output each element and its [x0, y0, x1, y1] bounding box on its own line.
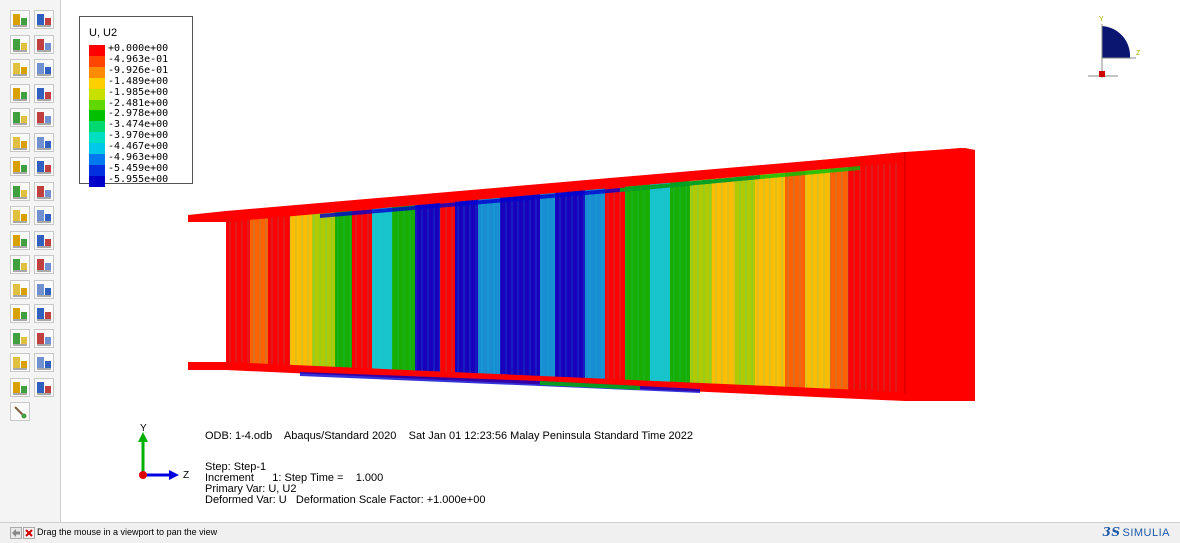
contour-band [712, 168, 735, 387]
simulia-logo: 3S SIMULIA [1102, 525, 1170, 539]
legend-label: -1.489e+00 [108, 75, 169, 87]
legend-label: -3.970e+00 [108, 130, 169, 142]
display-group-manager-icon[interactable] [34, 328, 54, 348]
plot-contours-icon[interactable] [10, 34, 30, 54]
legend-label: -3.474e+00 [108, 119, 169, 131]
module-toolbox [0, 0, 61, 522]
legend-swatch [89, 154, 105, 165]
status-prompt: Drag the mouse in a viewport to pan the … [37, 527, 218, 537]
legend-label: -5.459e+00 [108, 162, 169, 174]
create-display-group-icon[interactable] [10, 353, 30, 372]
plot-material-orientations-icon[interactable] [10, 83, 30, 103]
report-options-icon[interactable] [34, 279, 54, 299]
legend-swatch [89, 77, 105, 89]
contour-band [372, 201, 392, 371]
contour-band [250, 212, 268, 365]
legend-label: -4.467e+00 [108, 141, 169, 153]
stream-manager-icon[interactable] [34, 255, 54, 274]
plot-symbols-options-icon[interactable] [34, 59, 54, 78]
free-body-cut-icon[interactable] [10, 181, 30, 201]
animation-options-icon[interactable] [34, 132, 54, 152]
probe-values-icon[interactable] [10, 304, 30, 323]
legend-swatch [89, 55, 105, 67]
plot-symbols-icon[interactable] [10, 59, 30, 78]
legend-label: +0.000e+00 [108, 43, 169, 54]
mini-triad-origin [1099, 71, 1105, 77]
mini-triad-z-label: Z [1136, 50, 1141, 57]
superimpose-options-icon[interactable] [34, 108, 54, 127]
plot-contours-options-icon[interactable] [34, 34, 54, 54]
report-field-output-icon[interactable] [10, 279, 30, 299]
legend-swatch [89, 99, 105, 111]
deformed-var-info: Deformed Var: U Deformation Scale Factor… [205, 494, 486, 506]
cancel-x-icon[interactable] [23, 527, 35, 539]
xy-data-icon[interactable] [10, 206, 30, 225]
status-bar: Drag the mouse in a viewport to pan the … [0, 522, 1180, 543]
beam-model [188, 148, 975, 401]
create-xy-plot-icon[interactable] [34, 230, 54, 250]
view-cut-icon[interactable] [10, 157, 30, 176]
legend-swatch [89, 164, 105, 176]
stream-plot-icon[interactable] [10, 255, 30, 274]
animate-time-history-icon[interactable] [10, 132, 30, 152]
plot-deformed-icon[interactable] [34, 10, 54, 29]
query-information-icon[interactable] [10, 377, 30, 397]
mini-triad-y-label: Y [1099, 16, 1104, 23]
query-options-icon[interactable] [34, 377, 54, 397]
beam-end-face [905, 148, 975, 400]
legend-swatch [89, 132, 105, 144]
contour-band [848, 155, 870, 393]
contour-legend[interactable]: U, U2 +0.000e+00 -4.963e-01 -9.926e-01 -1.4… [79, 16, 193, 187]
contour-band [268, 210, 290, 366]
paint-brush-icon[interactable] [10, 402, 30, 421]
view-cut-manager-icon[interactable] [34, 157, 54, 176]
legend-swatch [89, 121, 105, 133]
contour-band [650, 174, 670, 384]
beam-contour-plot[interactable] [61, 0, 1180, 522]
back-arrow-icon[interactable] [10, 527, 22, 539]
legend-label: -2.481e+00 [108, 97, 169, 109]
odb-info-line: ODB: 1-4.odb Abaqus/Standard 2020 Sat Ja… [205, 430, 693, 442]
create-path-icon[interactable] [10, 230, 30, 250]
legend-swatch [89, 143, 105, 155]
ds-logo-icon: 3S [1102, 525, 1121, 539]
legend-label: -5.955e+00 [108, 173, 169, 185]
legend-label: -1.985e+00 [108, 86, 169, 98]
legend-label: -2.978e+00 [108, 108, 169, 120]
mini-orientation-triad: Y Z [1088, 16, 1141, 78]
contour-band [290, 208, 312, 367]
probe-options-icon[interactable] [34, 304, 54, 323]
legend-label: -4.963e+00 [108, 152, 169, 163]
xy-data-manager-icon[interactable] [34, 206, 54, 225]
plot-undeformed-icon[interactable] [10, 10, 30, 29]
legend-swatch [89, 45, 105, 56]
z-axis-head [169, 470, 179, 480]
legend-swatch [89, 110, 105, 122]
replace-display-group-icon[interactable] [34, 353, 54, 372]
legend-swatch [89, 66, 105, 78]
mini-triad-quadrant [1102, 26, 1131, 58]
contour-band [478, 190, 500, 376]
contour-band [440, 195, 455, 374]
legend-swatch [89, 88, 105, 100]
triad-z-label: Z [183, 470, 189, 481]
x-axis-dot [139, 471, 147, 479]
free-body-manager-icon[interactable] [34, 181, 54, 201]
contour-band [830, 157, 848, 392]
allow-multiple-plot-states-icon[interactable] [10, 108, 30, 127]
triad-y-label: Y [140, 423, 147, 434]
viewport[interactable] [61, 0, 1180, 522]
legend-title: U, U2 [89, 27, 118, 39]
contour-band [690, 170, 712, 386]
coordinate-triad: Y Z [138, 423, 189, 481]
material-orientation-options-icon[interactable] [34, 83, 54, 103]
display-group-icon[interactable] [10, 328, 30, 348]
contour-band [870, 152, 905, 394]
legend-label: -9.926e-01 [108, 64, 169, 76]
brand-name: SIMULIA [1122, 527, 1170, 539]
legend-swatch [89, 175, 105, 187]
legend-label: -4.963e-01 [108, 53, 169, 65]
